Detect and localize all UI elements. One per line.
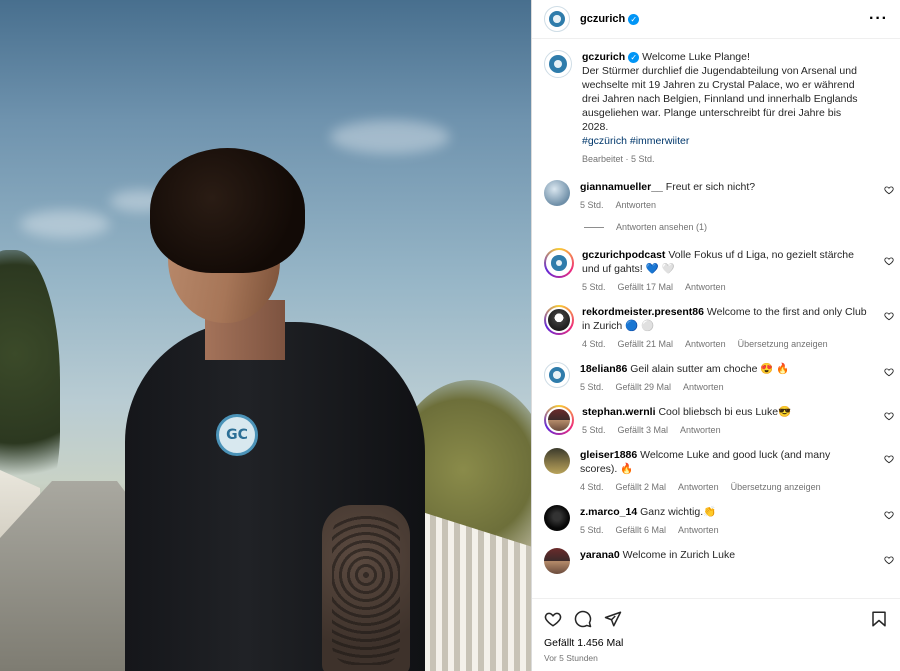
comment-username[interactable]: rekordmeister.present86 [582,306,704,318]
hashtag[interactable]: #immerwiiter [630,135,690,147]
post-header: gczurich ✓ ··· [532,0,900,39]
comment-text: Geil alain sutter am choche 😍 🔥 [630,363,790,375]
comment: rekordmeister.present86 Welcome to the f… [532,305,900,349]
comment: yarana0 Welcome in Zurich Luke [532,548,900,574]
comment-text: Ganz wichtig.👏 [640,506,717,518]
caption-username[interactable]: gczurich [582,51,625,63]
post-time: Vor 5 Stunden [544,653,598,663]
reply-button[interactable]: Antworten [680,425,721,435]
commenter-avatar[interactable] [544,405,574,435]
comment-username[interactable]: gleiser1886 [580,449,637,461]
comment: giannamueller__ Freut er sich nicht? 5 S… [532,180,900,210]
translate-button[interactable]: Übersetzung anzeigen [738,339,828,349]
commenter-avatar[interactable] [544,180,570,206]
comment-time: 5 Std. [580,382,604,392]
heart-icon[interactable] [884,367,894,377]
comment-likes[interactable]: Gefällt 3 Mal [618,425,669,435]
reply-button[interactable]: Antworten [685,339,726,349]
comment-icon[interactable] [574,610,592,628]
caption-text: gczurich ✓ Welcome Luke Plange! Der Stürm… [582,50,870,148]
comment-likes[interactable]: Gefällt 6 Mal [616,525,667,535]
club-logo: GC [216,414,258,456]
comment-likes[interactable]: Gefällt 29 Mal [616,382,672,392]
commenter-avatar[interactable] [544,505,570,531]
caption-intro: Welcome Luke Plange! [642,51,750,63]
commenter-avatar[interactable] [544,305,574,335]
heart-icon[interactable] [884,185,894,195]
comment: z.marco_14 Ganz wichtig.👏 5 Std. Gefällt … [532,505,900,535]
post-panel: gczurich ✓ ··· gczurich ✓ Welcome Luke Pl… [531,0,900,671]
comment-time: 5 Std. [582,425,606,435]
comment-username[interactable]: z.marco_14 [580,506,637,518]
comment-time: 5 Std. [580,525,604,535]
verified-icon: ✓ [628,13,640,25]
caption: gczurich ✓ Welcome Luke Plange! Der Stürm… [532,50,900,164]
tattooed-arm [322,505,410,671]
translate-button[interactable]: Übersetzung anzeigen [731,482,821,492]
share-icon[interactable] [604,610,622,628]
comment-username[interactable]: giannamueller__ [580,181,663,193]
comment-likes[interactable]: Gefällt 21 Mal [618,339,674,349]
comment-time: 4 Std. [582,339,606,349]
comment-username[interactable]: yarana0 [580,549,620,561]
caption-body: Der Stürmer durchlief die Jugendabteilun… [582,65,858,133]
reply-button[interactable]: Antworten [616,200,657,210]
comment-text: Cool bliebsch bi eus Luke😎 [658,406,792,418]
comment-text: Freut er sich nicht? [665,181,756,193]
heart-icon[interactable] [884,311,894,321]
bookmark-icon[interactable] [870,610,888,628]
heart-icon[interactable] [544,610,562,628]
heart-icon[interactable] [884,510,894,520]
heart-icon[interactable] [884,555,894,565]
more-icon[interactable]: ··· [869,10,888,28]
account-name[interactable]: gczurich [580,13,625,25]
reply-button[interactable]: Antworten [685,282,726,292]
hashtag[interactable]: #gczürich [582,135,627,147]
comment: gczurichpodcast Volle Fokus uf d Liga, n… [532,248,900,292]
comment: gleiser1886 Welcome Luke and good luck (… [532,448,900,492]
commenter-avatar[interactable] [544,248,574,278]
comment-username[interactable]: gczurichpodcast [582,249,665,261]
verified-icon: ✓ [628,51,640,63]
reply-button[interactable]: Antworten [678,482,719,492]
comment-likes[interactable]: Gefällt 2 Mal [616,482,667,492]
comments-list[interactable]: gczurich ✓ Welcome Luke Plange! Der Stürm… [532,40,900,598]
caption-meta: Bearbeitet · 5 Std. [582,154,655,164]
comment-username[interactable]: stephan.wernli [582,406,656,418]
player-figure: GC [0,0,531,671]
comment-time: 4 Std. [580,482,604,492]
comment: 18elian86 Geil alain sutter am choche 😍 … [532,362,900,392]
likes-count[interactable]: Gefällt 1.456 Mal [544,637,888,649]
reply-button[interactable]: Antworten [683,382,724,392]
heart-icon[interactable] [884,256,894,266]
curly-hair [150,148,305,273]
comment-text: Welcome in Zurich Luke [622,549,736,561]
comment: stephan.wernli Cool bliebsch bi eus Luke… [532,405,900,435]
post-actions: Gefällt 1.456 Mal Vor 5 Stunden [532,598,900,671]
commenter-avatar[interactable] [544,362,570,388]
commenter-avatar[interactable] [544,548,570,574]
view-replies-button[interactable]: Antworten ansehen (1) [584,222,900,232]
reply-button[interactable]: Antworten [678,525,719,535]
heart-icon[interactable] [884,454,894,464]
comment-likes[interactable]: Gefällt 17 Mal [618,282,674,292]
commenter-avatar[interactable] [544,448,570,474]
heart-icon[interactable] [884,411,894,421]
caption-avatar[interactable] [544,50,572,78]
comment-time: 5 Std. [580,200,604,210]
comment-time: 5 Std. [582,282,606,292]
account-avatar[interactable] [544,6,570,32]
post-photo[interactable]: GC [0,0,531,671]
comment-username[interactable]: 18elian86 [580,363,627,375]
